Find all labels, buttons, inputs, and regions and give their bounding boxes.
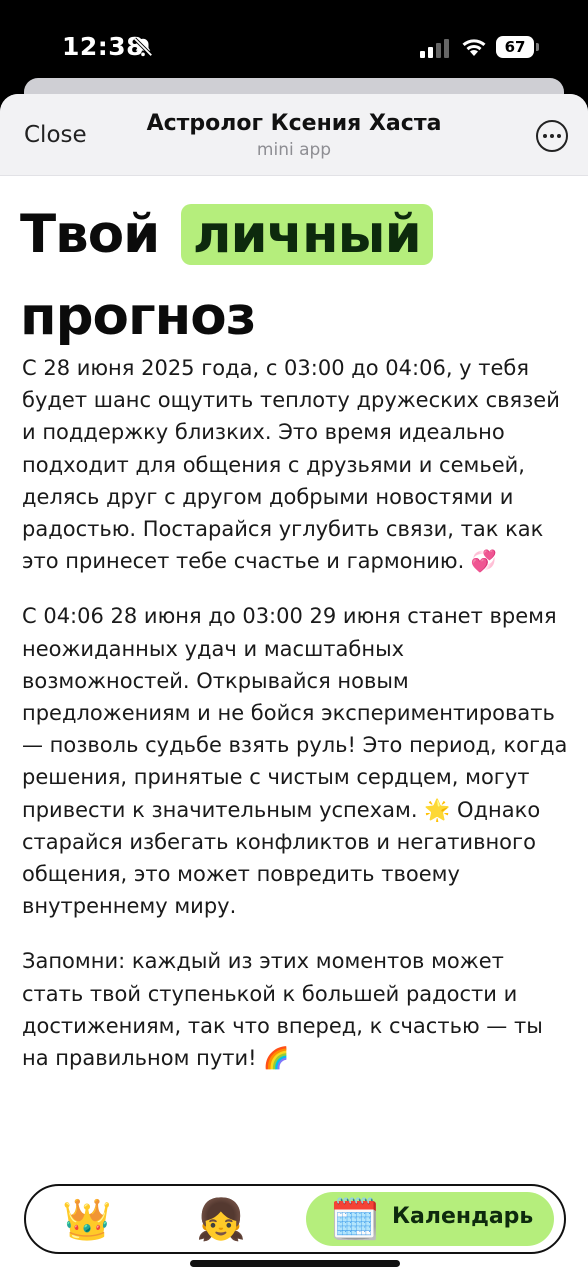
wifi-icon <box>462 39 486 56</box>
bell-slash-icon <box>133 37 153 57</box>
battery-nub <box>536 43 539 51</box>
calendar-label: Календарь <box>392 1204 534 1229</box>
header: Close Астролог Ксения Хаста mini app <box>0 94 588 176</box>
bottom-nav: 👑 👧 🗓️ Календарь <box>24 1184 566 1254</box>
calendar-icon: 🗓️ <box>330 1197 380 1243</box>
title-line-1: Твой личный <box>20 194 433 276</box>
app-subtitle: mini app <box>256 140 332 160</box>
person-icon[interactable]: 👧 <box>196 1196 246 1243</box>
page-title: Твой личный прогноз <box>20 194 433 358</box>
forecast-text: С 28 июня 2025 года, с 03:00 до 04:06, у… <box>22 352 570 1097</box>
title-line-2: прогноз <box>20 286 256 347</box>
home-indicator <box>190 1260 400 1267</box>
title-highlight: личный <box>180 204 433 265</box>
forecast-paragraph: Запомни: каждый из этих моментов может с… <box>22 949 543 1071</box>
calendar-button[interactable]: 🗓️ Календарь <box>306 1192 554 1246</box>
forecast-paragraph: С 04:06 28 июня до 03:00 29 июня станет … <box>22 604 568 919</box>
more-icon[interactable] <box>536 120 568 152</box>
mini-app-sheet: Close Астролог Ксения Хаста mini app Тво… <box>0 94 588 1280</box>
battery-icon: 67 <box>496 36 534 58</box>
status-bar: 12:38 67 <box>0 0 588 90</box>
crown-icon[interactable]: 👑 <box>62 1196 112 1243</box>
forecast-paragraph: С 28 июня 2025 года, с 03:00 до 04:06, у… <box>22 356 560 574</box>
signal-icon <box>420 39 449 58</box>
app-title: Астролог Ксения Хаста <box>146 111 442 136</box>
title-word: Твой <box>20 204 160 265</box>
